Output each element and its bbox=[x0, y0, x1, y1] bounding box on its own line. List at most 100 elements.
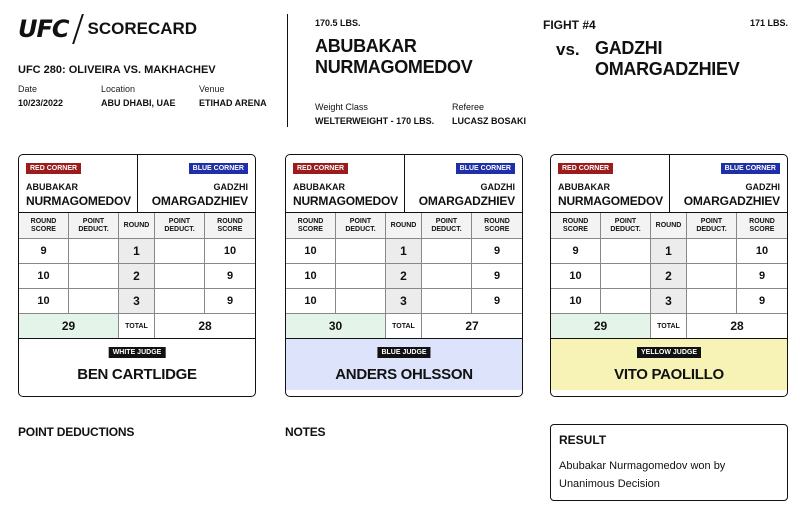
round-number: 3 bbox=[651, 289, 687, 314]
blue-point-deduction bbox=[687, 239, 737, 264]
round-row: 10 3 9 bbox=[19, 289, 255, 314]
blue-round-score: 9 bbox=[205, 264, 255, 289]
round-row: 10 2 9 bbox=[551, 264, 787, 289]
red-round-score: 10 bbox=[286, 289, 336, 314]
judge-area: WHITE JUDGE BEN CARTLIDGE bbox=[19, 339, 255, 390]
totals-row: 29 TOTAL 28 bbox=[19, 314, 255, 339]
judge-badge: BLUE JUDGE bbox=[377, 347, 431, 358]
location-value: ABU DHABI, UAE bbox=[101, 98, 176, 108]
round-number: 2 bbox=[651, 264, 687, 289]
result-text: Abubakar Nurmagomedov won by Unanimous D… bbox=[559, 460, 726, 490]
venue-value: ETIHAD ARENA bbox=[199, 98, 267, 108]
total-label: TOTAL bbox=[651, 314, 687, 338]
round-number: 2 bbox=[386, 264, 422, 289]
weight-class-label: Weight Class bbox=[315, 102, 368, 112]
red-point-deduct-header: POINT DEDUCT. bbox=[69, 213, 119, 239]
red-point-deduction bbox=[69, 264, 119, 289]
blue-point-deduction bbox=[155, 239, 205, 264]
weight-class-value: WELTERWEIGHT - 170 LBS. bbox=[315, 116, 435, 126]
red-fighter-first-name: ABUBAKAR bbox=[315, 36, 417, 56]
red-fighter-weight: 170.5 LBS. bbox=[315, 18, 361, 28]
blue-total: 28 bbox=[198, 319, 212, 333]
blue-point-deduct-header: POINT DEDUCT. bbox=[422, 213, 472, 239]
judge-scorecard: RED CORNER ABUBAKAR NURMAGOMEDOV BLUE CO… bbox=[18, 154, 256, 397]
referee-label: Referee bbox=[452, 102, 485, 112]
red-point-deduction bbox=[601, 239, 651, 264]
round-header: ROUND bbox=[386, 213, 422, 239]
red-corner: RED CORNER ABUBAKAR NURMAGOMEDOV bbox=[286, 155, 405, 212]
blue-round-score: 9 bbox=[737, 289, 787, 314]
judge-area: BLUE JUDGE ANDERS OHLSSON bbox=[286, 339, 522, 390]
judge-badge: WHITE JUDGE bbox=[108, 347, 166, 358]
red-total: 29 bbox=[19, 314, 119, 338]
round-number: 1 bbox=[119, 239, 155, 264]
fight-number: FIGHT #4 bbox=[543, 18, 596, 32]
red-round-score: 10 bbox=[551, 289, 601, 314]
corner-header: RED CORNER ABUBAKAR NURMAGOMEDOV BLUE CO… bbox=[19, 155, 255, 213]
total-label: TOTAL bbox=[119, 314, 155, 338]
notes-title: NOTES bbox=[285, 425, 326, 439]
blue-point-deduct-header: POINT DEDUCT. bbox=[687, 213, 737, 239]
round-number: 2 bbox=[119, 264, 155, 289]
corner-header: RED CORNER ABUBAKAR NURMAGOMEDOV BLUE CO… bbox=[551, 155, 787, 213]
blue-fighter-first: GADZHI bbox=[745, 182, 781, 192]
red-fighter-last: NURMAGOMEDOV bbox=[293, 194, 398, 208]
blue-round-score: 9 bbox=[737, 264, 787, 289]
round-row: 10 2 9 bbox=[286, 264, 522, 289]
judge-scorecard: RED CORNER ABUBAKAR NURMAGOMEDOV BLUE CO… bbox=[285, 154, 523, 397]
blue-point-deduction bbox=[687, 264, 737, 289]
blue-round-score: 9 bbox=[205, 289, 255, 314]
red-point-deduction bbox=[601, 264, 651, 289]
round-number-value: 1 bbox=[133, 244, 140, 258]
judge-name: VITO PAOLILLO bbox=[614, 366, 724, 383]
date-value: 10/23/2022 bbox=[18, 98, 64, 108]
red-point-deduction bbox=[69, 239, 119, 264]
round-number: 3 bbox=[119, 289, 155, 314]
referee-info: Referee LUCASZ BOSAKI bbox=[452, 102, 526, 126]
round-number-value: 3 bbox=[665, 294, 672, 308]
round-number: 1 bbox=[386, 239, 422, 264]
blue-point-deduction bbox=[155, 289, 205, 314]
logo-divider bbox=[71, 14, 84, 44]
header-divider bbox=[287, 14, 288, 127]
location-label: Location bbox=[101, 84, 136, 94]
red-fighter-header: 170.5 LBS. ABUBAKAR NURMAGOMEDOV bbox=[315, 18, 473, 78]
blue-total: 27 bbox=[465, 319, 479, 333]
blue-total: 28 bbox=[730, 319, 744, 333]
blue-fighter-last: OMARGADZHIEV bbox=[151, 194, 248, 208]
red-fighter-first: ABUBAKAR bbox=[558, 182, 610, 192]
round-row: 10 2 9 bbox=[19, 264, 255, 289]
red-point-deduction bbox=[336, 289, 386, 314]
judge-area: YELLOW JUDGE VITO PAOLILLO bbox=[551, 339, 787, 390]
blue-round-score: 9 bbox=[472, 239, 522, 264]
red-point-deduction bbox=[601, 289, 651, 314]
blue-fighter-last: OMARGADZHIEV bbox=[683, 194, 780, 208]
blue-point-deduct-header: POINT DEDUCT. bbox=[155, 213, 205, 239]
round-header: ROUND bbox=[119, 213, 155, 239]
weight-class-info: Weight Class WELTERWEIGHT - 170 LBS. bbox=[315, 102, 434, 126]
blue-round-score-header: ROUND SCORE bbox=[205, 213, 255, 239]
red-fighter-last: NURMAGOMEDOV bbox=[26, 194, 131, 208]
event-title: UFC 280: OLIVEIRA VS. MAKHACHEV bbox=[18, 64, 216, 76]
round-row: 9 1 10 bbox=[19, 239, 255, 264]
blue-round-score-header: ROUND SCORE bbox=[737, 213, 787, 239]
blue-point-deduction bbox=[422, 239, 472, 264]
ufc-logo: UFC SCORECARD bbox=[18, 14, 197, 44]
judge-name: BEN CARTLIDGE bbox=[77, 366, 197, 383]
round-row: 9 1 10 bbox=[551, 239, 787, 264]
red-point-deduction bbox=[336, 264, 386, 289]
corner-header: RED CORNER ABUBAKAR NURMAGOMEDOV BLUE CO… bbox=[286, 155, 522, 213]
score-header-row: ROUND SCORE POINT DEDUCT. ROUND POINT DE… bbox=[551, 213, 787, 239]
blue-point-deduction bbox=[687, 289, 737, 314]
blue-round-score: 10 bbox=[205, 239, 255, 264]
date-info: Date 10/23/2022 bbox=[18, 84, 63, 108]
blue-fighter-first: GADZHI bbox=[480, 182, 516, 192]
blue-fighter-first: GADZHI bbox=[213, 182, 249, 192]
blue-fighter-last: OMARGADZHIEV bbox=[418, 194, 515, 208]
venue-label: Venue bbox=[199, 84, 225, 94]
red-round-score: 9 bbox=[19, 239, 69, 264]
red-corner-badge: RED CORNER bbox=[293, 163, 349, 174]
totals-row: 30 TOTAL 27 bbox=[286, 314, 522, 339]
blue-corner: BLUE CORNER GADZHI OMARGADZHIEV bbox=[405, 155, 523, 212]
blue-point-deduction bbox=[155, 264, 205, 289]
